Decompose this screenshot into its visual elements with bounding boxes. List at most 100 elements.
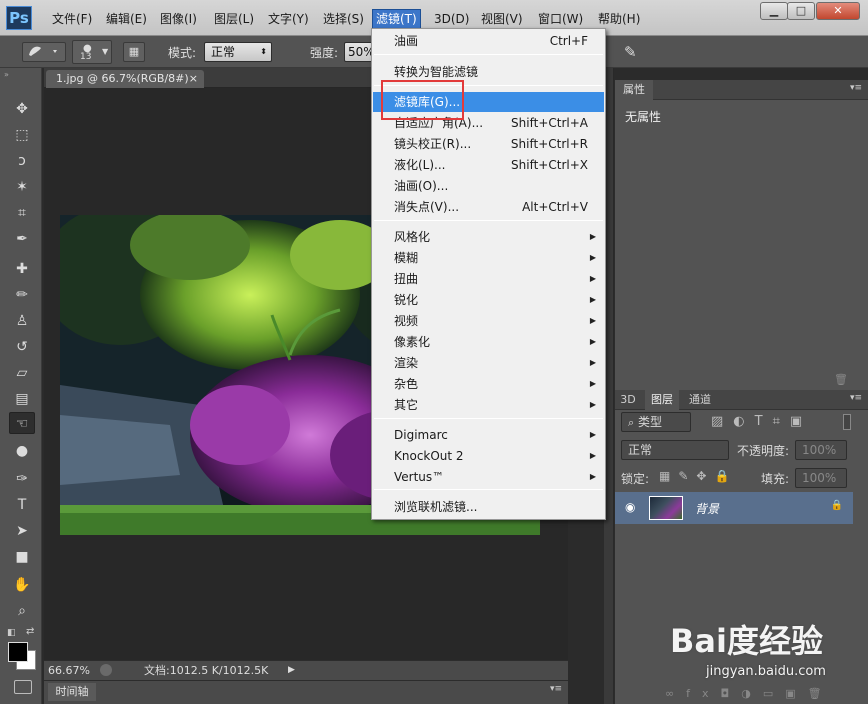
filter-menu-item-label: 转换为智能滤镜 bbox=[394, 65, 479, 79]
timeline-panel: 时间轴 ▾≡ bbox=[44, 680, 568, 704]
filter-menu-item[interactable]: 液化(L)... Shift+Ctrl+X bbox=[373, 155, 604, 175]
close-button[interactable]: ✕ bbox=[816, 2, 860, 20]
eyedropper-tool-icon[interactable]: ✒ bbox=[9, 228, 35, 250]
filter-menu-item[interactable]: 渲染 ▶ bbox=[373, 353, 604, 373]
submenu-arrow-icon: ▶ bbox=[589, 316, 596, 325]
filter-menu-item[interactable]: 锐化 ▶ bbox=[373, 290, 604, 310]
filter-menu-item-label: 模糊 bbox=[394, 251, 419, 265]
crop-tool-icon[interactable]: ⌗ bbox=[9, 202, 35, 224]
filter-menu-item[interactable]: 镜头校正(R)... Shift+Ctrl+R bbox=[373, 134, 604, 154]
mode-select[interactable]: 正常 ⬍ bbox=[204, 42, 272, 62]
layer-row[interactable]: ◉ 背景 🔒 bbox=[615, 492, 853, 524]
magic-wand-tool-icon[interactable]: ✶ bbox=[9, 176, 35, 198]
marquee-tool-icon[interactable]: ⬚ bbox=[9, 124, 35, 146]
filter-menu-item[interactable]: 油画(O)... bbox=[373, 176, 604, 196]
filter-menu-item[interactable]: 模糊 ▶ bbox=[373, 248, 604, 268]
dodge-tool-icon[interactable]: ● bbox=[9, 440, 35, 462]
tab-channels[interactable]: 通道 bbox=[683, 390, 717, 410]
rectangle-tool-icon[interactable]: ■ bbox=[9, 546, 35, 568]
fill-input[interactable]: 100% bbox=[795, 468, 847, 488]
submenu-arrow-icon: ▶ bbox=[589, 358, 596, 367]
tools-panel: » ✥ ⬚ ↄ ✶ ⌗ ✒ ✚ ✏ ♙ ↺ ▱ ▤ ☜ ● ✑ T ➤ ■ ✋ … bbox=[0, 68, 42, 704]
eye-icon[interactable]: ◉ bbox=[625, 500, 635, 514]
menu-file[interactable]: 文件(F) bbox=[49, 10, 95, 28]
menu-image[interactable]: 图像(I) bbox=[157, 10, 200, 28]
filter-menu-item[interactable]: KnockOut 2 ▶ bbox=[373, 446, 604, 466]
timeline-tab[interactable]: 时间轴 bbox=[48, 683, 96, 701]
document-tab[interactable]: 1.jpg @ 66.7%(RGB/8#) × bbox=[46, 70, 204, 88]
trash-icon[interactable]: 🗑 bbox=[834, 373, 848, 386]
baidu-jingyan-watermark: Bai度经验 bbox=[670, 622, 823, 660]
play-arrow-icon[interactable]: ▶ bbox=[288, 661, 295, 680]
filter-menu-item[interactable]: 视频 ▶ bbox=[373, 311, 604, 331]
history-brush-tool-icon[interactable]: ↺ bbox=[9, 336, 35, 358]
menu-type[interactable]: 文字(Y) bbox=[265, 10, 312, 28]
menu-edit[interactable]: 编辑(E) bbox=[103, 10, 150, 28]
panel-menu-icon[interactable]: ▾≡ bbox=[550, 684, 562, 694]
clone-stamp-tool-icon[interactable]: ♙ bbox=[9, 310, 35, 332]
move-tool-icon[interactable]: ✥ bbox=[9, 98, 35, 120]
lasso-tool-icon[interactable]: ↄ bbox=[9, 150, 35, 172]
pen-tool-icon[interactable]: ✑ bbox=[9, 468, 35, 490]
zoom-level[interactable]: 66.67% bbox=[48, 661, 90, 680]
menu-select[interactable]: 选择(S) bbox=[320, 10, 367, 28]
maximize-button[interactable]: □ bbox=[787, 2, 815, 20]
layer-name[interactable]: 背景 bbox=[695, 500, 719, 517]
default-colors-icon[interactable]: ◧ bbox=[7, 628, 16, 638]
layer-filter-icons[interactable]: ▨◐T⌗▣ bbox=[711, 414, 812, 429]
opacity-input[interactable]: 100% bbox=[795, 440, 847, 460]
brush-tool-icon[interactable]: ✏ bbox=[9, 284, 35, 306]
filter-menu-item[interactable]: Digimarc ▶ bbox=[373, 425, 604, 445]
pressure-icon[interactable]: ✎ bbox=[624, 43, 637, 61]
filter-menu-item[interactable]: 扭曲 ▶ bbox=[373, 269, 604, 289]
zoom-tool-icon[interactable]: ⌕ bbox=[9, 600, 35, 622]
filter-menu-item[interactable]: 像素化 ▶ bbox=[373, 332, 604, 352]
tab-layers[interactable]: 图层 bbox=[645, 390, 679, 410]
gradient-tool-icon[interactable]: ▤ bbox=[9, 388, 35, 410]
panel-menu-icon[interactable]: ▾≡ bbox=[850, 83, 862, 93]
path-selection-tool-icon[interactable]: ➤ bbox=[9, 520, 35, 542]
layers-panel-tabs: 3D 图层 通道 ▾≡ bbox=[615, 390, 868, 410]
healing-brush-tool-icon[interactable]: ✚ bbox=[9, 258, 35, 280]
collapse-icon[interactable]: » bbox=[4, 70, 9, 79]
filter-menu-item[interactable]: Vertus™ ▶ bbox=[373, 467, 604, 487]
filter-menu-item[interactable]: 杂色 ▶ bbox=[373, 374, 604, 394]
foreground-color-swatch[interactable] bbox=[8, 642, 28, 662]
menu-filter[interactable]: 滤镜(T) bbox=[372, 9, 421, 29]
type-tool-icon[interactable]: T bbox=[9, 494, 35, 516]
menu-view[interactable]: 视图(V) bbox=[478, 10, 526, 28]
filter-menu-item[interactable]: 浏览联机滤镜... bbox=[373, 497, 604, 517]
filter-menu-item[interactable]: 转换为智能滤镜 bbox=[373, 62, 604, 82]
filter-toggle[interactable] bbox=[843, 414, 851, 430]
swap-colors-icon[interactable]: ⇄ bbox=[26, 626, 34, 637]
brush-panel-toggle[interactable]: ▦ bbox=[123, 42, 145, 62]
properties-tab[interactable]: 属性 bbox=[615, 80, 653, 100]
filter-menu-item[interactable]: 消失点(V)... Alt+Ctrl+V bbox=[373, 197, 604, 217]
eraser-tool-icon[interactable]: ▱ bbox=[9, 362, 35, 384]
menu-3d[interactable]: 3D(D) bbox=[431, 10, 472, 28]
layer-filter-select[interactable]: ⌕ 类型 bbox=[621, 412, 691, 432]
blend-mode-value: 正常 bbox=[628, 443, 653, 457]
close-icon[interactable]: × bbox=[189, 70, 198, 88]
layer-thumbnail bbox=[649, 496, 683, 520]
filter-menu-item[interactable]: 风格化 ▶ bbox=[373, 227, 604, 247]
filter-menu-item[interactable]: 油画 Ctrl+F bbox=[373, 31, 604, 51]
menu-layer[interactable]: 图层(L) bbox=[211, 10, 257, 28]
smudge-tool-icon[interactable]: ☜ bbox=[9, 412, 35, 434]
status-info-icon[interactable] bbox=[100, 664, 112, 676]
smudge-tool-icon bbox=[29, 46, 57, 56]
filter-menu-item[interactable]: 其它 ▶ bbox=[373, 395, 604, 415]
brush-preset-picker[interactable]: ● 13 ▼ bbox=[72, 40, 112, 64]
menu-help[interactable]: 帮助(H) bbox=[595, 10, 643, 28]
lock-icons[interactable]: ▦✎✥🔒 bbox=[659, 469, 737, 483]
tool-preset-picker[interactable] bbox=[22, 42, 66, 62]
panel-menu-icon[interactable]: ▾≡ bbox=[850, 393, 862, 403]
blend-mode-select[interactable]: 正常 bbox=[621, 440, 729, 460]
menu-window[interactable]: 窗口(W) bbox=[535, 10, 586, 28]
layer-footer-icons[interactable]: ∞fx◘◑▭▣🗑 bbox=[665, 687, 834, 700]
tab-3d[interactable]: 3D bbox=[615, 390, 641, 410]
strength-input[interactable]: 50% bbox=[344, 42, 375, 62]
minimize-button[interactable]: ▁ bbox=[760, 2, 788, 20]
hand-tool-icon[interactable]: ✋ bbox=[9, 574, 35, 596]
quick-mask-icon[interactable] bbox=[14, 680, 32, 694]
